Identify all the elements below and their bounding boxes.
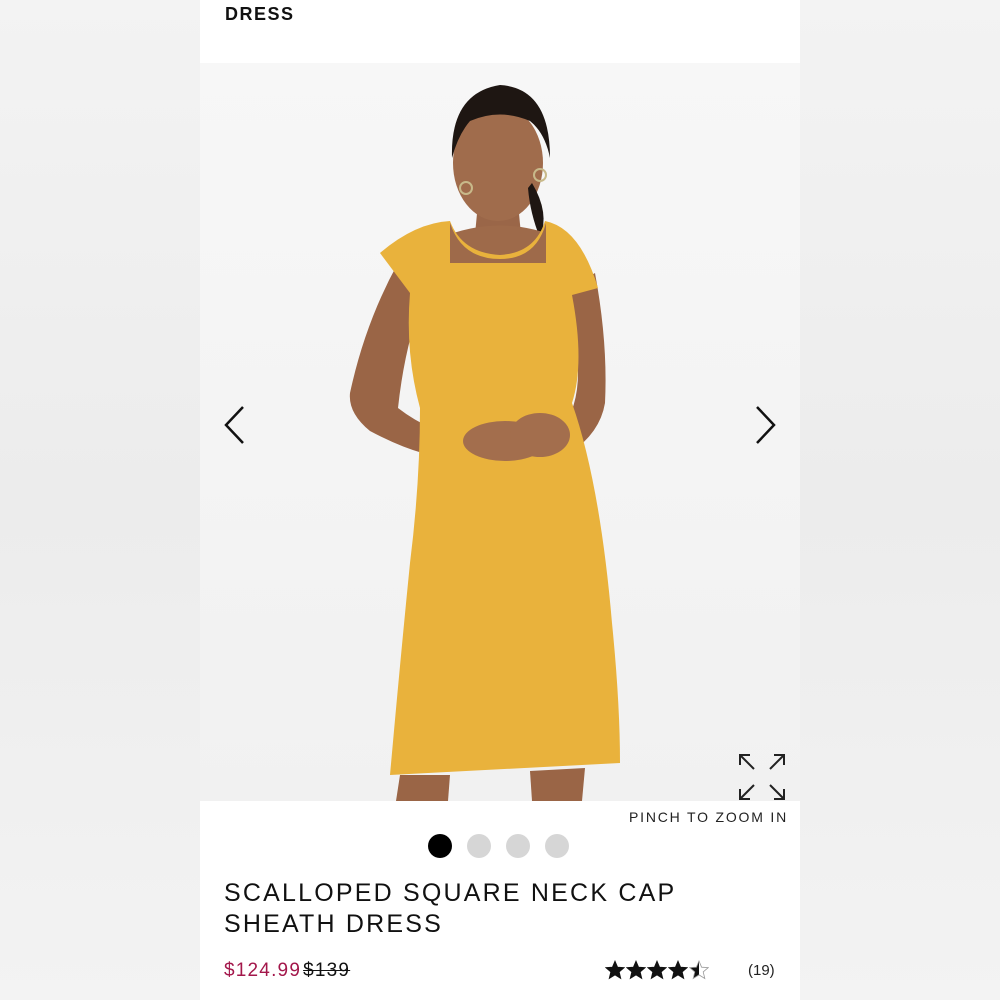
- product-photo: [349, 85, 620, 801]
- star-icon: [647, 960, 667, 980]
- product-name-line-1: SCALLOPED SQUARE NECK CAP: [224, 879, 677, 907]
- chevron-right-icon: [756, 406, 776, 444]
- price-block: $124.99 $139: [224, 960, 350, 982]
- chevron-left-icon: [224, 406, 244, 444]
- star-icon: [605, 960, 625, 980]
- page-title: DRESS: [225, 4, 295, 24]
- previous-image-button[interactable]: [220, 403, 250, 447]
- pagination-dot-2[interactable]: [467, 834, 491, 858]
- product-name: SCALLOPED SQUARE NECK CAP SHEATH DRESS: [224, 878, 744, 940]
- star-rating: [605, 960, 709, 980]
- zoom-hint: PINCH TO ZOOM IN: [629, 809, 788, 825]
- original-price: $139: [303, 960, 351, 981]
- expand-icon[interactable]: [738, 753, 786, 801]
- gallery-pagination: [428, 834, 569, 858]
- next-image-button[interactable]: [750, 403, 780, 447]
- star-icon: [689, 960, 709, 980]
- review-count[interactable]: (19): [748, 962, 775, 979]
- pagination-dot-4[interactable]: [545, 834, 569, 858]
- star-icon: [668, 960, 688, 980]
- product-rating[interactable]: [605, 960, 709, 980]
- product-image-gallery[interactable]: [200, 63, 800, 801]
- pagination-dot-3[interactable]: [506, 834, 530, 858]
- pagination-dot-1[interactable]: [428, 834, 452, 858]
- product-page: DRESS PINCH TO ZOOM IN SCALLOPED SQUARE …: [200, 0, 800, 1000]
- sale-price: $124.99: [224, 960, 302, 981]
- star-icon: [626, 960, 646, 980]
- background-right: [800, 0, 1000, 1000]
- background-left: [0, 0, 200, 1000]
- product-name-line-2: SHEATH DRESS: [224, 910, 444, 938]
